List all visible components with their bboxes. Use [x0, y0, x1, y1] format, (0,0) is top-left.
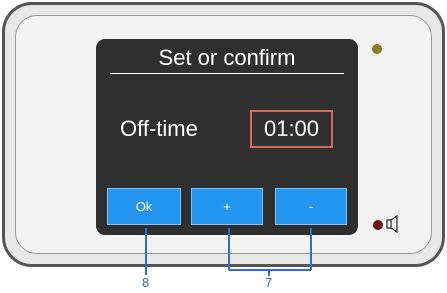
title-divider — [110, 73, 344, 74]
speaker-icon — [386, 215, 398, 233]
decrement-button[interactable]: - — [275, 188, 347, 225]
off-time-label: Off-time — [120, 116, 198, 141]
ok-button[interactable]: Ok — [107, 188, 181, 225]
screen-title: Set or confirm — [158, 45, 296, 70]
off-time-value[interactable]: 01:00 — [250, 110, 333, 148]
display-screen: Set or confirm Off-time 01:00 Ok + - — [96, 39, 358, 235]
status-led-top — [372, 44, 382, 54]
increment-button[interactable]: + — [191, 188, 263, 225]
callout-label-plus-minus: 7 — [265, 275, 273, 290]
status-led-bottom — [373, 220, 383, 230]
callout-label-ok: 8 — [142, 275, 150, 290]
